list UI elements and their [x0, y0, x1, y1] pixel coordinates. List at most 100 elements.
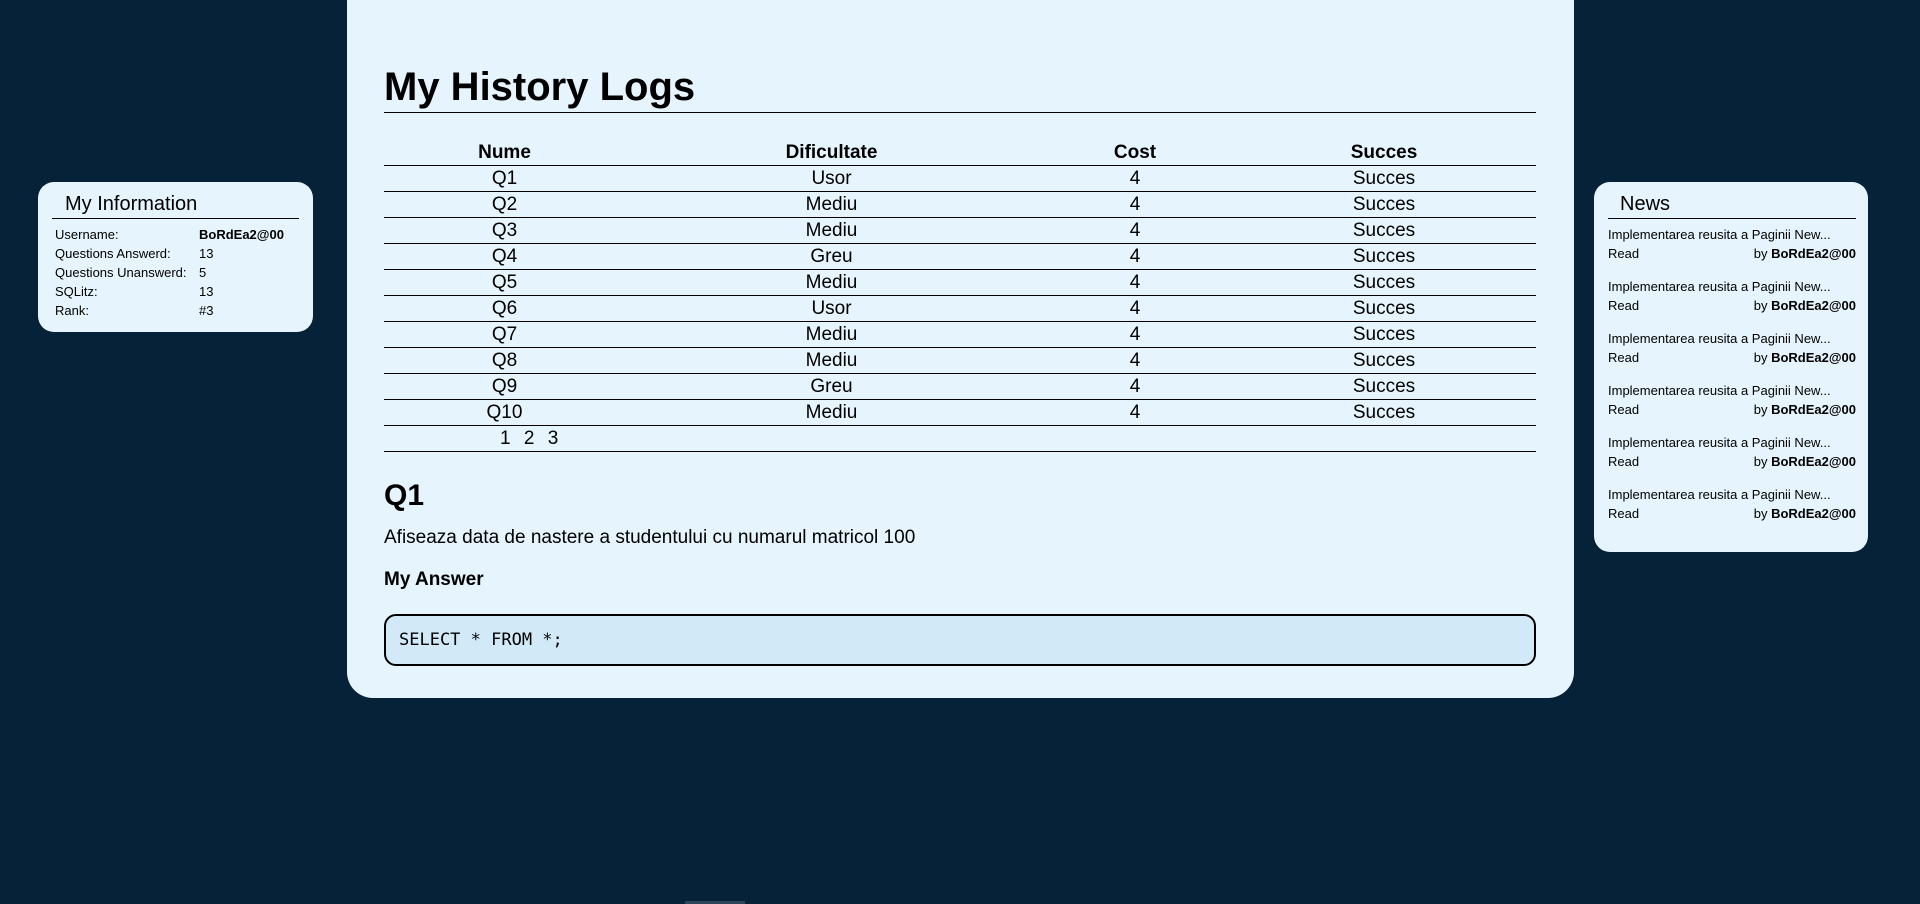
table-row[interactable]: Q10 Mediu 4 Succes: [384, 399, 1536, 426]
info-key: Rank:: [55, 303, 89, 318]
cell-dificultate: Mediu: [625, 191, 1038, 218]
cell-nume: Q10: [384, 399, 625, 426]
news-text: Implementarea reusita a Paginii New...: [1608, 331, 1831, 346]
page-title: My History Logs: [384, 0, 1536, 113]
answer-code-box[interactable]: SELECT * FROM *;: [384, 614, 1536, 666]
table-row[interactable]: Q9 Greu 4 Succes: [384, 373, 1536, 400]
info-row-questions-unanswered: Questions Unanswerd: 5: [52, 263, 299, 282]
news-read-link[interactable]: Read: [1608, 400, 1639, 419]
news-read-link[interactable]: Read: [1608, 348, 1639, 367]
table-row[interactable]: Q3 Mediu 4 Succes: [384, 217, 1536, 244]
question-description: Afiseaza data de nastere a studentului c…: [384, 527, 916, 548]
news-meta: Read by BoRdEa2@00: [1608, 244, 1856, 263]
cell-nume: Q8: [384, 347, 625, 374]
news-author: BoRdEa2@00: [1771, 298, 1856, 313]
cell-dificultate: Greu: [625, 243, 1038, 270]
table-row[interactable]: Q5 Mediu 4 Succes: [384, 269, 1536, 296]
cell-cost: 4: [1038, 295, 1232, 322]
table-header-row: Nume Dificultate Cost Succes: [384, 140, 1536, 166]
column-header-nume: Nume: [384, 140, 625, 166]
news-read-link[interactable]: Read: [1608, 244, 1639, 263]
cell-succes: Succes: [1232, 269, 1536, 296]
info-value: 13: [199, 246, 214, 261]
question-title: Q1: [384, 479, 425, 512]
cell-dificultate: Usor: [625, 165, 1038, 192]
cell-cost: 4: [1038, 321, 1232, 348]
column-header-succes: Succes: [1232, 140, 1536, 166]
page: My Information Username: BoRdEa2@00 Ques…: [0, 0, 1920, 904]
my-answer-label: My Answer: [384, 569, 484, 590]
info-key: Username:: [55, 227, 119, 242]
news-byline: by BoRdEa2@00: [1754, 296, 1856, 315]
column-header-cost: Cost: [1038, 140, 1232, 166]
news-title: News: [1608, 192, 1856, 219]
news-byline: by BoRdEa2@00: [1754, 244, 1856, 263]
news-read-link[interactable]: Read: [1608, 296, 1639, 315]
news-by-label: by: [1753, 402, 1772, 417]
info-value: #3: [199, 303, 214, 318]
cell-cost: 4: [1038, 217, 1232, 244]
news-text: Implementarea reusita a Paginii New...: [1608, 435, 1831, 450]
table-row[interactable]: Q2 Mediu 4 Succes: [384, 191, 1536, 218]
news-item: Implementarea reusita a Paginii New... R…: [1608, 329, 1856, 367]
cell-nume: Q5: [384, 269, 625, 296]
info-row-rank: Rank: #3: [52, 301, 299, 320]
news-by-label: by: [1753, 506, 1772, 521]
cell-cost: 4: [1038, 347, 1232, 374]
cell-cost: 4: [1038, 243, 1232, 270]
my-information-card: My Information Username: BoRdEa2@00 Ques…: [38, 182, 313, 332]
news-text: Implementarea reusita a Paginii New...: [1608, 383, 1831, 398]
cell-succes: Succes: [1232, 295, 1536, 322]
pagination-row: 1 2 3: [384, 425, 1536, 452]
news-item: Implementarea reusita a Paginii New... R…: [1608, 381, 1856, 419]
news-item: Implementarea reusita a Paginii New... R…: [1608, 277, 1856, 315]
history-table: Nume Dificultate Cost Succes Q1 Usor 4 S…: [384, 140, 1536, 452]
info-key: Questions Unanswerd:: [55, 265, 187, 280]
cell-nume: Q1: [384, 165, 625, 192]
news-read-link[interactable]: Read: [1608, 452, 1639, 471]
table-row[interactable]: Q1 Usor 4 Succes: [384, 165, 1536, 192]
page-link-3[interactable]: 3: [548, 428, 559, 449]
news-by-label: by: [1753, 350, 1772, 365]
cell-succes: Succes: [1232, 165, 1536, 192]
table-row[interactable]: Q7 Mediu 4 Succes: [384, 321, 1536, 348]
cell-dificultate: Mediu: [625, 217, 1038, 244]
cell-nume: Q2: [384, 191, 625, 218]
news-author: BoRdEa2@00: [1771, 506, 1856, 521]
page-link-2[interactable]: 2: [524, 428, 535, 449]
news-item: Implementarea reusita a Paginii New... R…: [1608, 225, 1856, 263]
news-author: BoRdEa2@00: [1771, 350, 1856, 365]
cell-succes: Succes: [1232, 321, 1536, 348]
cell-succes: Succes: [1232, 217, 1536, 244]
news-author: BoRdEa2@00: [1771, 454, 1856, 469]
cell-cost: 4: [1038, 399, 1232, 426]
cell-nume: Q3: [384, 217, 625, 244]
cell-dificultate: Mediu: [625, 399, 1038, 426]
table-row[interactable]: Q6 Usor 4 Succes: [384, 295, 1536, 322]
news-read-link[interactable]: Read: [1608, 504, 1639, 523]
pagination: 1 2 3: [384, 425, 1536, 452]
cell-cost: 4: [1038, 373, 1232, 400]
page-link-1[interactable]: 1: [500, 428, 511, 449]
news-meta: Read by BoRdEa2@00: [1608, 348, 1856, 367]
news-byline: by BoRdEa2@00: [1754, 400, 1856, 419]
news-byline: by BoRdEa2@00: [1754, 452, 1856, 471]
info-value: 5: [199, 265, 207, 280]
cell-dificultate: Mediu: [625, 269, 1038, 296]
my-information-title: My Information: [52, 192, 299, 219]
cell-succes: Succes: [1232, 399, 1536, 426]
cell-cost: 4: [1038, 165, 1232, 192]
table-row[interactable]: Q8 Mediu 4 Succes: [384, 347, 1536, 374]
table-row[interactable]: Q4 Greu 4 Succes: [384, 243, 1536, 270]
cell-nume: Q9: [384, 373, 625, 400]
news-byline: by BoRdEa2@00: [1754, 504, 1856, 523]
news-item: Implementarea reusita a Paginii New... R…: [1608, 433, 1856, 471]
info-row-username: Username: BoRdEa2@00: [52, 225, 299, 244]
info-key: SQLitz:: [55, 284, 98, 299]
cell-dificultate: Mediu: [625, 321, 1038, 348]
cell-cost: 4: [1038, 191, 1232, 218]
cell-succes: Succes: [1232, 191, 1536, 218]
news-by-label: by: [1753, 298, 1772, 313]
news-author: BoRdEa2@00: [1771, 246, 1856, 261]
column-header-dificultate: Dificultate: [625, 140, 1038, 166]
